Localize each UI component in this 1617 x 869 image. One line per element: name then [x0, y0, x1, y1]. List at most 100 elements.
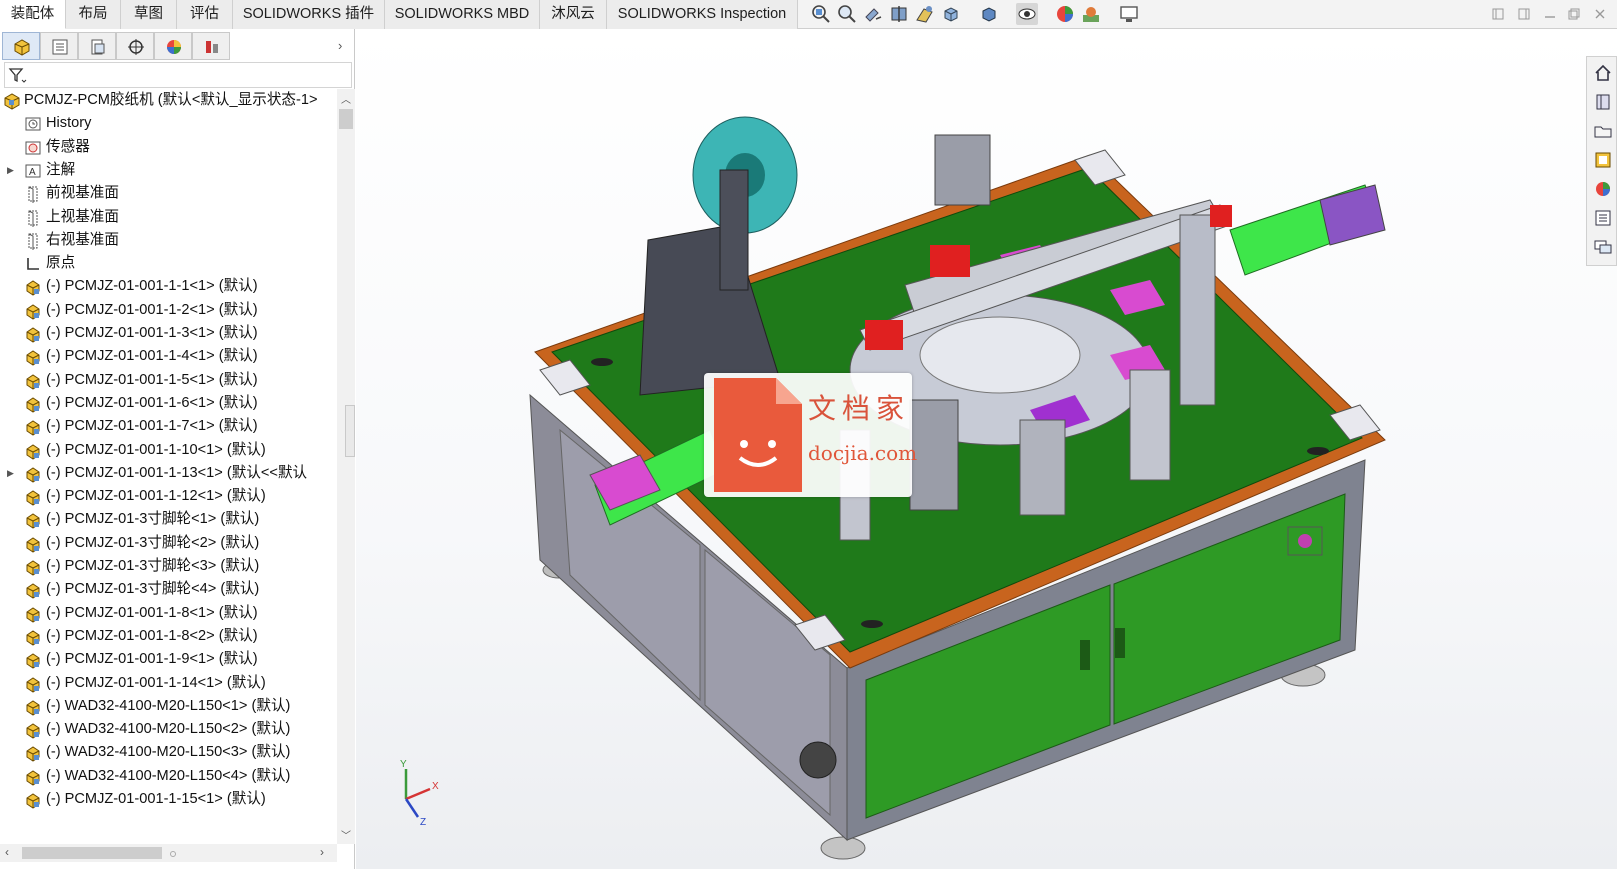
panel-collapse-handle[interactable] — [345, 405, 355, 457]
forum-icon[interactable] — [1593, 237, 1613, 257]
tree-item[interactable]: (-) PCMJZ-01-001-1-14<1> (默认) — [0, 672, 337, 695]
tree-item[interactable]: 原点 — [0, 252, 337, 275]
hide-show-icon[interactable] — [1016, 3, 1038, 25]
tree-item[interactable]: (-) PCMJZ-01-001-1-8<1> (默认) — [0, 602, 337, 625]
home-icon[interactable] — [1593, 63, 1613, 83]
configuration-manager-tab[interactable] — [78, 32, 116, 60]
tree-item[interactable]: (-) PCMJZ-01-001-1-7<1> (默认) — [0, 415, 337, 438]
subassembly-icon — [26, 723, 40, 739]
tree-item[interactable]: (-) PCMJZ-01-001-1-12<1> (默认) — [0, 485, 337, 508]
view-settings-icon[interactable] — [1118, 3, 1140, 25]
tree-item[interactable]: (-) PCMJZ-01-001-1-6<1> (默认) — [0, 392, 337, 415]
tree-item-label: (-) PCMJZ-01-001-1-12<1> (默认) — [46, 488, 266, 505]
tree-item[interactable]: (-) PCMJZ-01-001-1-1<1> (默认) — [0, 275, 337, 298]
tree-item[interactable]: (-) WAD32-4100-M20-L150<3> (默认) — [0, 741, 337, 764]
tree-item-label: History — [46, 115, 92, 132]
plane-icon — [28, 210, 38, 227]
zoom-to-fit-icon[interactable] — [810, 3, 832, 25]
cam-manager-tab[interactable] — [192, 32, 230, 60]
tab-mufengyun[interactable]: 沐风云 — [540, 0, 607, 29]
tree-item-label: (-) PCMJZ-01-3寸脚轮<4> (默认) — [46, 581, 260, 598]
tree-item-label: (-) PCMJZ-01-001-1-6<1> (默认) — [46, 394, 258, 411]
display-style-icon[interactable] — [978, 3, 1000, 25]
restore-icon[interactable] — [1490, 6, 1506, 22]
scroll-left-arrow-icon[interactable]: ‹ — [5, 845, 9, 859]
tree-root-label: PCMJZ-PCM胶纸机 (默认<默认_显示状态-1> — [24, 92, 318, 108]
custom-properties-icon[interactable] — [1593, 208, 1613, 228]
tree-item[interactable]: (-) PCMJZ-01-001-1-9<1> (默认) — [0, 648, 337, 671]
tab-assembly[interactable]: 装配体 — [0, 0, 66, 29]
dynamic-annotation-icon[interactable] — [914, 3, 936, 25]
maximize-icon[interactable] — [1566, 6, 1582, 22]
feature-manager-tab[interactable] — [2, 32, 40, 60]
tree-item[interactable]: (-) PCMJZ-01-001-1-15<1> (默认) — [0, 788, 337, 811]
file-explorer-icon[interactable] — [1593, 121, 1613, 141]
watermark-site: docjia.com — [808, 441, 918, 465]
tab-layout[interactable]: 布局 — [66, 0, 121, 29]
tree-item[interactable]: ▶ A 注解 — [0, 159, 337, 182]
tab-evaluate[interactable]: 评估 — [177, 0, 233, 29]
close-icon[interactable] — [1592, 6, 1608, 22]
zoom-area-icon[interactable] — [836, 3, 858, 25]
expand-arrow-icon[interactable]: ▶ — [7, 159, 14, 182]
display-manager-tab[interactable] — [154, 32, 192, 60]
tree-item[interactable]: (-) PCMJZ-01-3寸脚轮<4> (默认) — [0, 578, 337, 601]
tree-item[interactable]: 上视基准面 — [0, 206, 337, 229]
tree-item[interactable]: (-) WAD32-4100-M20-L150<4> (默认) — [0, 765, 337, 788]
tab-solidworks-addins[interactable]: SOLIDWORKS 插件 — [233, 0, 385, 29]
horizontal-scroll-thumb[interactable] — [22, 847, 162, 859]
tile-icon[interactable] — [1516, 6, 1532, 22]
tree-item[interactable]: (-) PCMJZ-01-001-1-8<2> (默认) — [0, 625, 337, 648]
tree-horizontal-scrollbar[interactable]: ‹ › — [0, 844, 337, 862]
chevron-right-icon[interactable]: › — [338, 38, 342, 53]
door-handle — [1115, 628, 1125, 658]
panel-resize-grip[interactable] — [170, 851, 176, 857]
tree-item[interactable]: (-) PCMJZ-01-001-1-10<1> (默认) — [0, 439, 337, 462]
tab-solidworks-inspection[interactable]: SOLIDWORKS Inspection — [607, 0, 798, 29]
tree-item[interactable]: (-) PCMJZ-01-3寸脚轮<2> (默认) — [0, 532, 337, 555]
tree-root-assembly[interactable]: PCMJZ-PCM胶纸机 (默认<默认_显示状态-1> — [0, 89, 337, 112]
graphics-area[interactable]: Y X Z — [356, 29, 1617, 869]
subassembly-icon — [26, 490, 40, 506]
tree-item[interactable]: (-) PCMJZ-01-001-1-4<1> (默认) — [0, 345, 337, 368]
tree-item[interactable]: (-) PCMJZ-01-001-1-2<1> (默认) — [0, 299, 337, 322]
station-pillar — [909, 399, 959, 511]
tab-sketch[interactable]: 草图 — [121, 0, 177, 29]
view-orientation-icon[interactable] — [940, 3, 962, 25]
design-library-icon[interactable] — [1593, 92, 1613, 112]
appearances-icon[interactable] — [1593, 179, 1613, 199]
edit-appearance-icon[interactable] — [1054, 3, 1076, 25]
expand-arrow-icon[interactable]: ▶ — [7, 462, 14, 485]
dimxpert-icon — [128, 39, 144, 55]
tree-item[interactable]: (-) PCMJZ-01-3寸脚轮<3> (默认) — [0, 555, 337, 578]
tree-vertical-scrollbar[interactable]: ︿ ﹀ — [337, 89, 355, 844]
tree-item[interactable]: (-) WAD32-4100-M20-L150<2> (默认) — [0, 718, 337, 741]
tree-item[interactable]: 前视基准面 — [0, 182, 337, 205]
previous-view-icon[interactable] — [862, 3, 884, 25]
tree-item[interactable]: ▶ (-) PCMJZ-01-001-1-13<1> (默认<<默认 — [0, 462, 337, 485]
tree-item[interactable]: 右视基准面 — [0, 229, 337, 252]
subassembly-icon — [26, 746, 40, 762]
tree-item[interactable]: History — [0, 112, 337, 135]
property-manager-tab[interactable] — [40, 32, 78, 60]
svg-text:A: A — [29, 167, 36, 178]
dimxpert-manager-tab[interactable] — [116, 32, 154, 60]
tree-item[interactable]: (-) PCMJZ-01-001-1-3<1> (默认) — [0, 322, 337, 345]
scroll-up-arrow-icon[interactable]: ︿ — [341, 91, 351, 106]
view-palette-icon[interactable] — [1593, 150, 1613, 170]
scroll-down-arrow-icon[interactable]: ﹀ — [341, 827, 351, 842]
tree-item[interactable]: 传感器 — [0, 136, 337, 159]
watermark-title: 文档家 — [808, 392, 911, 425]
apply-scene-icon[interactable] — [1080, 3, 1102, 25]
minimize-icon[interactable] — [1542, 6, 1558, 22]
tree-filter-input[interactable] — [4, 62, 352, 88]
triad-y-label: Y — [400, 759, 407, 770]
tree-item[interactable]: (-) PCMJZ-01-3寸脚轮<1> (默认) — [0, 508, 337, 531]
vertical-scroll-thumb[interactable] — [339, 109, 353, 129]
subassembly-icon — [26, 467, 40, 483]
scroll-right-arrow-icon[interactable]: › — [320, 845, 324, 859]
section-view-icon[interactable] — [888, 3, 910, 25]
tree-item[interactable]: (-) WAD32-4100-M20-L150<1> (默认) — [0, 695, 337, 718]
tree-item[interactable]: (-) PCMJZ-01-001-1-5<1> (默认) — [0, 369, 337, 392]
tab-solidworks-mbd[interactable]: SOLIDWORKS MBD — [385, 0, 540, 29]
